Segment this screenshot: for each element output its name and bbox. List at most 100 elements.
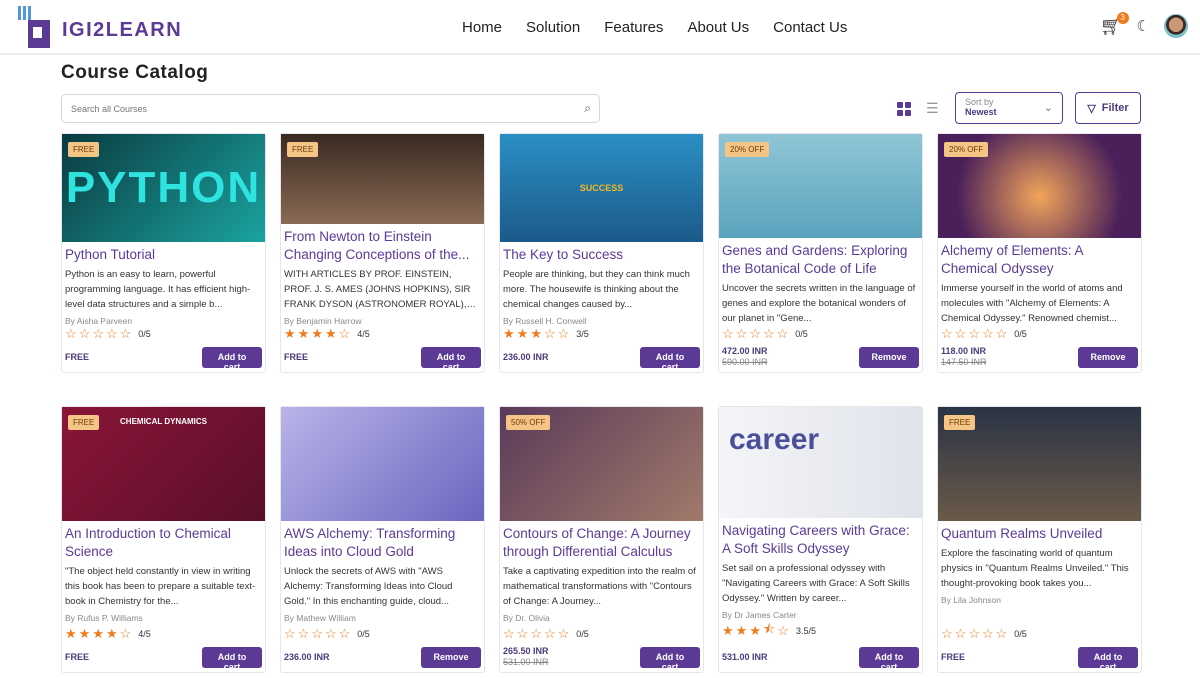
remove-from-cart-button[interactable]: Remove	[859, 347, 919, 368]
add-to-cart-button[interactable]: Add to cart	[859, 647, 919, 668]
list-view-icon[interactable]: ☰	[926, 100, 939, 117]
star-icon: ☆	[941, 626, 953, 642]
course-card[interactable]: career Navigating Careers with Grace: A …	[718, 406, 923, 673]
rating-text: 0/5	[1014, 629, 1027, 639]
star-icon: ☆	[339, 626, 351, 642]
nav-solution[interactable]: Solution	[526, 19, 580, 36]
course-title[interactable]: From Newton to Einstein Changing Concept…	[284, 228, 481, 264]
course-title[interactable]: Alchemy of Elements: A Chemical Odyssey	[941, 242, 1138, 278]
star-icon: ☆	[955, 626, 967, 642]
add-to-cart-button[interactable]: Add to cart	[202, 647, 262, 668]
price-tag-badge: 20% OFF	[944, 142, 988, 157]
remove-from-cart-button[interactable]: Remove	[421, 647, 481, 668]
course-card[interactable]: SUCCESS The Key to Success People are th…	[499, 133, 704, 373]
nav-home[interactable]: Home	[462, 19, 502, 36]
star-rating: ☆☆☆☆☆0/5	[65, 326, 262, 342]
cart-button[interactable]: 🛒︎3	[1100, 16, 1123, 37]
star-icon: ☆	[777, 326, 789, 342]
course-thumbnail[interactable]: 50% OFF	[500, 407, 703, 521]
course-title[interactable]: Quantum Realms Unveiled	[941, 525, 1138, 543]
remove-from-cart-button[interactable]: Remove	[1078, 347, 1138, 368]
add-to-cart-button[interactable]: Add to cart	[1078, 647, 1138, 668]
star-icon: ☆	[92, 326, 104, 342]
search-input[interactable]	[71, 104, 571, 114]
course-card[interactable]: 20% OFF Genes and Gardens: Exploring the…	[718, 133, 923, 373]
star-icon: ☆	[968, 326, 980, 342]
star-icon: ☆	[968, 626, 980, 642]
course-title[interactable]: The Key to Success	[503, 246, 700, 264]
course-price: FREE	[65, 352, 89, 363]
course-title[interactable]: Genes and Gardens: Exploring the Botanic…	[722, 242, 919, 278]
course-card[interactable]: AWS Alchemy: Transforming Ideas into Clo…	[280, 406, 485, 673]
star-icon: ☆	[982, 326, 994, 342]
nav-features[interactable]: Features	[604, 19, 663, 36]
add-to-cart-button[interactable]: Add to cart	[640, 347, 700, 368]
course-thumbnail[interactable]: SUCCESS	[500, 134, 703, 242]
course-thumbnail[interactable]: CHEMICAL DYNAMICS FREE	[62, 407, 265, 521]
grid-view-icon[interactable]	[897, 102, 911, 116]
course-card[interactable]: FREE From Newton to Einstein Changing Co…	[280, 133, 485, 373]
course-title[interactable]: AWS Alchemy: Transforming Ideas into Clo…	[284, 525, 481, 561]
star-icon: ☆	[120, 326, 132, 342]
star-rating: ☆☆☆☆☆0/5	[941, 326, 1138, 342]
course-title[interactable]: Contours of Change: A Journey through Di…	[503, 525, 700, 561]
sort-label: Sort by	[965, 97, 1053, 107]
course-thumbnail[interactable]: 20% OFF	[719, 134, 922, 238]
course-thumbnail[interactable]: 20% OFF	[938, 134, 1141, 238]
course-thumbnail[interactable]: FREE	[281, 134, 484, 224]
original-price: 590.00 INR	[722, 357, 768, 368]
star-icon: ☆	[996, 626, 1008, 642]
course-price: FREE	[284, 352, 308, 363]
course-card[interactable]: PYTHON FREE Python Tutorial Python is an…	[61, 133, 266, 373]
star-icon: ★	[92, 626, 104, 642]
course-description: Python is an easy to learn, powerful pro…	[65, 267, 262, 312]
course-thumbnail[interactable]: FREE	[938, 407, 1141, 521]
course-card[interactable]: FREE Quantum Realms Unveiled Explore the…	[937, 406, 1142, 673]
search-icon[interactable]: ⌕	[584, 101, 591, 116]
logo-mark-icon	[18, 6, 60, 48]
price-tag-badge: FREE	[68, 415, 99, 430]
star-icon: ★	[325, 326, 337, 342]
course-thumbnail[interactable]: PYTHON FREE	[62, 134, 265, 242]
original-price: 147.50 INR	[941, 357, 987, 368]
course-card[interactable]: CHEMICAL DYNAMICS FREE An Introduction t…	[61, 406, 266, 673]
course-card[interactable]: 50% OFF Contours of Change: A Journey th…	[499, 406, 704, 673]
price-tag-badge: FREE	[287, 142, 318, 157]
thumbnail-caption: SUCCESS	[580, 183, 624, 193]
course-title[interactable]: An Introduction to Chemical Science	[65, 525, 262, 561]
add-to-cart-button[interactable]: Add to cart	[202, 347, 262, 368]
user-avatar[interactable]	[1164, 14, 1188, 38]
filter-button[interactable]: ▽Filter	[1075, 92, 1141, 124]
star-icon: ☆	[722, 326, 734, 342]
star-icon: ☆	[777, 623, 789, 639]
star-icon: ☆	[339, 326, 351, 342]
nav-about-us[interactable]: About Us	[687, 19, 749, 36]
course-title[interactable]: Python Tutorial	[65, 246, 262, 264]
course-author: By Dr. Olivia	[503, 613, 700, 623]
star-icon: ☆	[982, 626, 994, 642]
course-author: By Benjamin Harrow	[284, 316, 481, 326]
course-price: 265.50 INR	[503, 646, 549, 657]
price-tag-badge: 20% OFF	[725, 142, 769, 157]
course-title[interactable]: Navigating Careers with Grace: A Soft Sk…	[722, 522, 919, 558]
sort-dropdown[interactable]: Sort by Newest ⌄	[955, 92, 1063, 124]
course-thumbnail[interactable]	[281, 407, 484, 521]
dark-mode-toggle-moon-icon[interactable]: ☾	[1137, 17, 1150, 35]
course-card[interactable]: 20% OFF Alchemy of Elements: A Chemical …	[937, 133, 1142, 373]
course-description: Immerse yourself in the world of atoms a…	[941, 281, 1138, 326]
star-rating: ☆☆☆☆☆0/5	[941, 626, 1138, 642]
course-author: By Mathew William	[284, 613, 481, 623]
star-icon: ☆	[106, 326, 118, 342]
star-icon: ⯪	[763, 620, 775, 642]
star-icon: ★	[65, 626, 77, 642]
course-description: WITH ARTICLES BY PROF. EINSTEIN, PROF. J…	[284, 267, 481, 312]
course-author: By Lila Johnson	[941, 595, 1138, 605]
rating-text: 0/5	[357, 629, 370, 639]
logo[interactable]: IGI2LEARN	[18, 6, 182, 48]
add-to-cart-button[interactable]: Add to cart	[421, 347, 481, 368]
top-nav-bar: IGI2LEARN Home Solution Features About U…	[0, 0, 1200, 55]
course-thumbnail[interactable]: career	[719, 407, 922, 518]
course-grid: PYTHON FREE Python Tutorial Python is an…	[61, 133, 1142, 673]
nav-contact-us[interactable]: Contact Us	[773, 19, 847, 36]
add-to-cart-button[interactable]: Add to cart	[640, 647, 700, 668]
